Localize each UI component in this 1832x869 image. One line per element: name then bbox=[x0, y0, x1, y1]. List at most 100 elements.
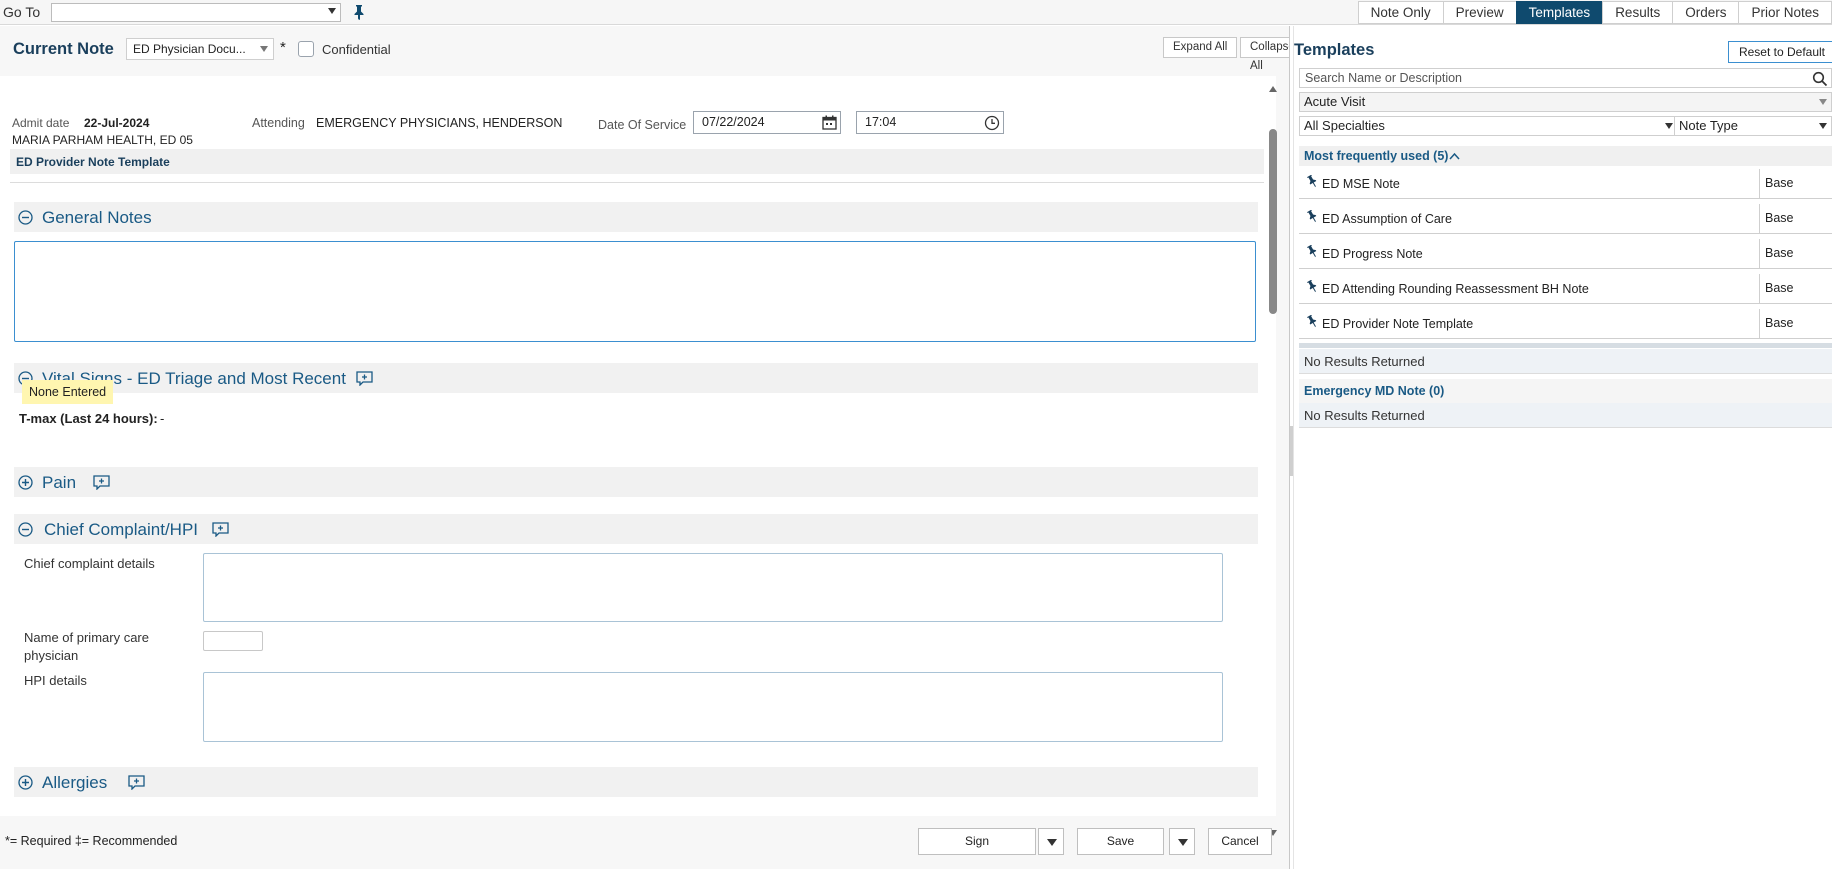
templates-panel: Templates Reset to Default Search Name o… bbox=[1294, 26, 1832, 869]
pin-icon[interactable] bbox=[1307, 245, 1318, 258]
general-notes-editor[interactable] bbox=[14, 241, 1256, 342]
confidential-label: Confidential bbox=[322, 42, 391, 57]
note-scrollbar[interactable] bbox=[1268, 86, 1278, 836]
emergency-md-note-header[interactable]: Emergency MD Note (0) bbox=[1299, 379, 1832, 403]
collapse-icon[interactable] bbox=[18, 522, 33, 537]
add-comment-icon[interactable] bbox=[93, 475, 110, 490]
section-pain[interactable]: Pain bbox=[14, 467, 1258, 497]
facility-name: MARIA PARHAM HEALTH, ED 05 bbox=[12, 133, 193, 147]
expand-icon[interactable] bbox=[18, 775, 33, 790]
template-type: Base bbox=[1759, 239, 1832, 268]
template-name: ED Progress Note bbox=[1322, 247, 1423, 261]
confidential-checkbox[interactable] bbox=[298, 41, 314, 57]
template-row[interactable]: ED MSE Note Base bbox=[1299, 169, 1832, 199]
chevron-down-icon bbox=[1819, 123, 1827, 129]
chevron-down-icon bbox=[260, 46, 268, 52]
section-title: Chief Complaint/HPI bbox=[44, 520, 199, 539]
chevron-down-icon bbox=[1665, 123, 1673, 129]
no-results-text: No Results Returned bbox=[1299, 349, 1832, 374]
chevron-down-icon bbox=[328, 8, 336, 14]
clock-icon[interactable] bbox=[984, 115, 1000, 131]
template-row[interactable]: ED Assumption of Care Base bbox=[1299, 204, 1832, 234]
current-note-panel: Current Note ED Physician Docu... * Conf… bbox=[0, 26, 1305, 869]
goto-select[interactable] bbox=[51, 3, 341, 22]
goto-label: Go To bbox=[3, 4, 41, 20]
template-search-input[interactable]: Search Name or Description bbox=[1299, 68, 1832, 88]
hpi-details-label: HPI details bbox=[24, 673, 87, 688]
tmax-value: - bbox=[160, 411, 165, 426]
cancel-button[interactable]: Cancel bbox=[1208, 828, 1272, 855]
add-comment-icon[interactable] bbox=[212, 522, 229, 537]
add-comment-icon[interactable] bbox=[128, 775, 145, 790]
tmax-label: T-max (Last 24 hours): bbox=[19, 411, 158, 426]
time-of-service-input[interactable]: 17:04 bbox=[856, 111, 1004, 134]
templates-title: Templates bbox=[1294, 41, 1375, 59]
expand-icon[interactable] bbox=[18, 475, 33, 490]
most-frequently-used-header[interactable]: Most frequently used (5) bbox=[1299, 146, 1832, 166]
section-chief-complaint[interactable]: Chief Complaint/HPI bbox=[14, 514, 1258, 544]
pin-icon[interactable] bbox=[1307, 210, 1318, 223]
section-title: General Notes bbox=[42, 208, 152, 227]
specialty-value: All Specialties bbox=[1304, 118, 1385, 133]
note-content: Admit date 22-Jul-2024 MARIA PARHAM HEAL… bbox=[0, 76, 1276, 816]
pin-icon[interactable] bbox=[1307, 315, 1318, 328]
section-title: Pain bbox=[42, 473, 77, 492]
tab-results[interactable]: Results bbox=[1602, 1, 1673, 24]
top-bar: Go To Note Only Preview Templates Result… bbox=[0, 0, 1832, 25]
save-dropdown-button[interactable] bbox=[1169, 828, 1195, 855]
date-value: 07/22/2024 bbox=[702, 115, 765, 129]
section-general-notes[interactable]: General Notes bbox=[14, 202, 1258, 232]
template-name: ED Provider Note Template bbox=[16, 155, 170, 169]
splitter-grip[interactable] bbox=[1290, 426, 1293, 476]
template-row[interactable]: ED Provider Note Template Base bbox=[1299, 309, 1832, 339]
sign-button[interactable]: Sign bbox=[918, 828, 1036, 855]
tab-prior-notes[interactable]: Prior Notes bbox=[1738, 1, 1832, 24]
chevron-down-icon bbox=[1819, 99, 1827, 105]
chevron-down-icon bbox=[1047, 839, 1057, 846]
expand-all-button[interactable]: Expand All bbox=[1163, 37, 1238, 58]
no-results-text: No Results Returned bbox=[1299, 403, 1832, 428]
attending-label: Attending bbox=[252, 116, 305, 130]
hpi-details-input[interactable] bbox=[203, 672, 1223, 742]
admit-date-value: 22-Jul-2024 bbox=[84, 116, 150, 130]
scroll-thumb[interactable] bbox=[1269, 129, 1277, 314]
scroll-up-icon[interactable] bbox=[1269, 86, 1277, 92]
pin-icon[interactable] bbox=[1307, 280, 1318, 293]
section-allergies[interactable]: Allergies bbox=[14, 767, 1258, 797]
chief-complaint-details-label: Chief complaint details bbox=[24, 556, 155, 571]
template-name: ED Attending Rounding Reassessment BH No… bbox=[1322, 282, 1589, 296]
pin-icon[interactable] bbox=[352, 4, 366, 20]
pin-icon[interactable] bbox=[1307, 175, 1318, 188]
tab-templates[interactable]: Templates bbox=[1515, 1, 1603, 24]
tab-note-only[interactable]: Note Only bbox=[1357, 1, 1443, 24]
attending-value: EMERGENCY PHYSICIANS, HENDERSON bbox=[316, 116, 563, 130]
tab-preview[interactable]: Preview bbox=[1442, 1, 1516, 24]
visit-type-select[interactable]: Acute Visit bbox=[1299, 92, 1832, 112]
pcp-label-line2: physician bbox=[24, 648, 79, 663]
template-bar: ED Provider Note Template bbox=[10, 149, 1264, 174]
date-of-service-input[interactable]: 07/22/2024 bbox=[693, 111, 841, 134]
specialty-select[interactable]: All Specialties bbox=[1299, 116, 1678, 136]
note-type-select[interactable]: ED Physician Docu... bbox=[126, 38, 274, 60]
reset-to-default-button[interactable]: Reset to Default bbox=[1728, 41, 1832, 63]
chief-complaint-details-input[interactable] bbox=[203, 553, 1223, 622]
visit-type-value: Acute Visit bbox=[1304, 94, 1366, 109]
tab-orders[interactable]: Orders bbox=[1672, 1, 1739, 24]
view-tabs: Note Only Preview Templates Results Orde… bbox=[1357, 1, 1832, 24]
pcp-name-input[interactable] bbox=[203, 631, 263, 651]
save-button[interactable]: Save bbox=[1077, 828, 1164, 855]
current-note-title: Current Note bbox=[13, 40, 114, 58]
template-row[interactable]: ED Progress Note Base bbox=[1299, 239, 1832, 269]
chevron-up-icon[interactable] bbox=[1449, 152, 1460, 160]
note-type-value: ED Physician Docu... bbox=[133, 42, 246, 56]
note-type-filter-select[interactable]: Note Type bbox=[1674, 116, 1832, 136]
calendar-icon[interactable] bbox=[822, 115, 837, 130]
date-of-service-label: Date Of Service bbox=[598, 118, 687, 132]
template-row[interactable]: ED Attending Rounding Reassessment BH No… bbox=[1299, 274, 1832, 304]
note-type-filter-value: Note Type bbox=[1679, 118, 1739, 133]
collapse-icon[interactable] bbox=[18, 210, 33, 225]
section-vital-signs[interactable]: Vital Signs - ED Triage and Most Recent bbox=[14, 363, 1258, 393]
search-icon[interactable] bbox=[1812, 71, 1828, 87]
add-comment-icon[interactable] bbox=[356, 371, 373, 386]
sign-dropdown-button[interactable] bbox=[1038, 828, 1064, 855]
